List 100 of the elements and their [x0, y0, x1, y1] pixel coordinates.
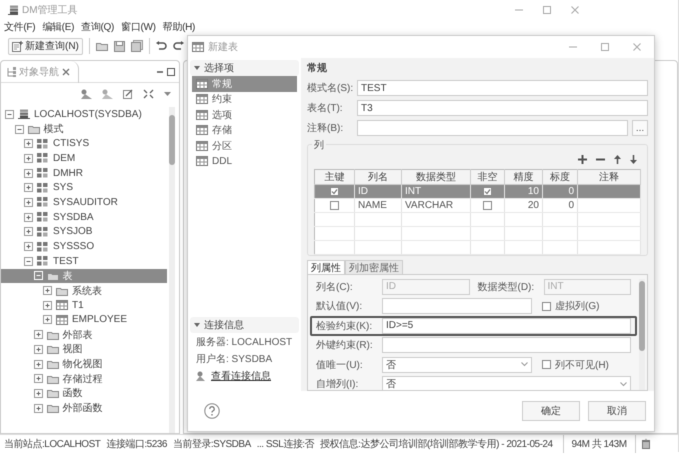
checkbox[interactable] [542, 302, 551, 311]
expand-icon[interactable] [34, 374, 42, 384]
tab[interactable]: 列属性 [307, 260, 345, 274]
collapse-icon[interactable] [5, 110, 14, 119]
section-header[interactable]: 连接信息 [190, 317, 299, 333]
expand-icon[interactable] [34, 360, 42, 369]
input-field[interactable] [382, 298, 532, 314]
tree-item[interactable]: 函数 [1, 386, 167, 401]
input-field[interactable]: ID>=5 [382, 318, 631, 334]
undo-icon[interactable] [156, 41, 167, 51]
collapse-all-icon[interactable] [143, 89, 154, 99]
collapse-icon[interactable] [24, 256, 33, 266]
connection-info-link[interactable]: 查看连接信息 [190, 367, 299, 385]
new-query-button[interactable]: 新建查询(N) [8, 38, 83, 54]
edit-icon[interactable] [123, 89, 133, 99]
expand-icon[interactable] [34, 388, 42, 398]
checkbox[interactable] [330, 201, 339, 210]
help-icon[interactable] [204, 403, 220, 419]
expand-icon[interactable] [24, 212, 33, 222]
collapse-icon[interactable] [14, 124, 24, 134]
expand-icon[interactable] [24, 168, 33, 178]
tree-item[interactable]: 存储过程 [1, 371, 167, 386]
menu-item[interactable]: 窗口(W) [121, 20, 156, 34]
column-header[interactable]: 主键 [314, 170, 354, 184]
expand-icon[interactable] [34, 404, 42, 413]
dropdown-icon[interactable] [164, 92, 171, 96]
move-up-icon[interactable] [614, 154, 621, 164]
dropdown[interactable]: 否 [382, 356, 532, 373]
input-field[interactable] [382, 337, 631, 354]
checkbox-label[interactable]: 虚拟列(G) [542, 299, 600, 314]
expand-icon[interactable] [43, 300, 52, 310]
expand-icon[interactable] [43, 315, 52, 324]
tree-item[interactable]: 视图 [1, 342, 167, 357]
input-field[interactable] [357, 120, 628, 136]
move-down-icon[interactable] [630, 154, 637, 164]
close-icon[interactable] [62, 68, 70, 76]
browse-button[interactable]: ... [632, 120, 648, 136]
tree-item[interactable]: EMPLOYEE [1, 312, 167, 328]
tree-item[interactable]: DMHR [1, 166, 167, 180]
input-field[interactable]: TEST [357, 80, 648, 96]
expand-icon[interactable] [24, 242, 33, 252]
maximize-icon[interactable] [167, 68, 175, 76]
folder-icon[interactable] [96, 41, 108, 51]
input-field[interactable]: T3 [357, 100, 648, 116]
expand-icon[interactable] [24, 154, 33, 163]
column-header[interactable]: 数据类型 [402, 170, 470, 184]
tree-item[interactable]: SYSDBA [1, 210, 167, 224]
menu-item[interactable]: 查询(Q) [81, 20, 114, 34]
tree-item[interactable]: 外部表 [1, 327, 167, 342]
column-header[interactable]: 标度 [542, 170, 578, 184]
menu-item[interactable]: 文件(F) [4, 20, 36, 34]
option-item[interactable]: 约束 [192, 92, 297, 107]
redo-icon[interactable] [172, 41, 184, 51]
expand-icon[interactable] [24, 198, 33, 207]
menu-item[interactable]: 编辑(E) [42, 20, 74, 34]
option-item[interactable]: 分区 [192, 138, 297, 154]
tree-item[interactable]: T1 [1, 298, 167, 313]
checkbox[interactable] [483, 187, 492, 196]
tab[interactable]: 列加密属性 [345, 260, 403, 274]
tree-item[interactable]: SYSSSO [1, 239, 167, 254]
option-item[interactable]: 存储 [192, 122, 297, 138]
section-header[interactable]: 选择项 [190, 60, 299, 76]
save-all-icon[interactable] [130, 40, 143, 52]
expand-icon[interactable] [34, 344, 42, 354]
dialog-button[interactable]: 确定 [522, 401, 580, 421]
menu-item[interactable]: 帮助(H) [162, 20, 196, 34]
add-icon[interactable] [578, 154, 587, 164]
expand-icon[interactable] [24, 139, 33, 148]
tree-item[interactable]: LOCALHOST(SYSDBA) [1, 107, 167, 122]
tree-item[interactable]: 外部函数 [1, 400, 167, 416]
connect-icon[interactable] [81, 89, 92, 99]
checkbox[interactable] [483, 201, 492, 210]
tree-item[interactable]: 物化视图 [1, 356, 167, 372]
tree-item[interactable]: TEST [1, 254, 167, 269]
checkbox-label[interactable]: 列不可见(H) [542, 358, 609, 372]
expand-icon[interactable] [24, 183, 33, 192]
option-item[interactable]: DDL [192, 154, 297, 169]
scrollbar[interactable] [639, 279, 645, 390]
dialog-button[interactable]: 取消 [588, 401, 646, 421]
column-header[interactable]: 非空 [470, 170, 504, 184]
dropdown[interactable]: 否 [382, 376, 631, 390]
table-row[interactable]: NAME VARCHAR 20 0 [314, 198, 640, 212]
column-header[interactable]: 精度 [504, 170, 542, 184]
scrollbar[interactable] [169, 107, 175, 433]
column-header[interactable]: 列名 [354, 170, 402, 184]
trash-icon[interactable] [642, 438, 650, 448]
checkbox[interactable] [330, 187, 339, 196]
tree-item[interactable]: SYSAUDITOR [1, 195, 167, 210]
tree-item[interactable]: SYS [1, 180, 167, 196]
save-icon[interactable] [114, 40, 125, 52]
option-item[interactable]: 选项 [192, 107, 297, 122]
checkbox[interactable] [542, 360, 551, 370]
expand-icon[interactable] [34, 330, 42, 340]
expand-icon[interactable] [43, 286, 52, 296]
tree-item[interactable]: 系统表 [1, 283, 167, 298]
tree-item[interactable]: DEM [1, 151, 167, 166]
tree-item[interactable]: CTISYS [1, 136, 167, 152]
tree-item[interactable]: 模式 [1, 122, 167, 136]
expand-icon[interactable] [24, 227, 33, 236]
tree-item[interactable]: SYSJOB [1, 224, 167, 240]
